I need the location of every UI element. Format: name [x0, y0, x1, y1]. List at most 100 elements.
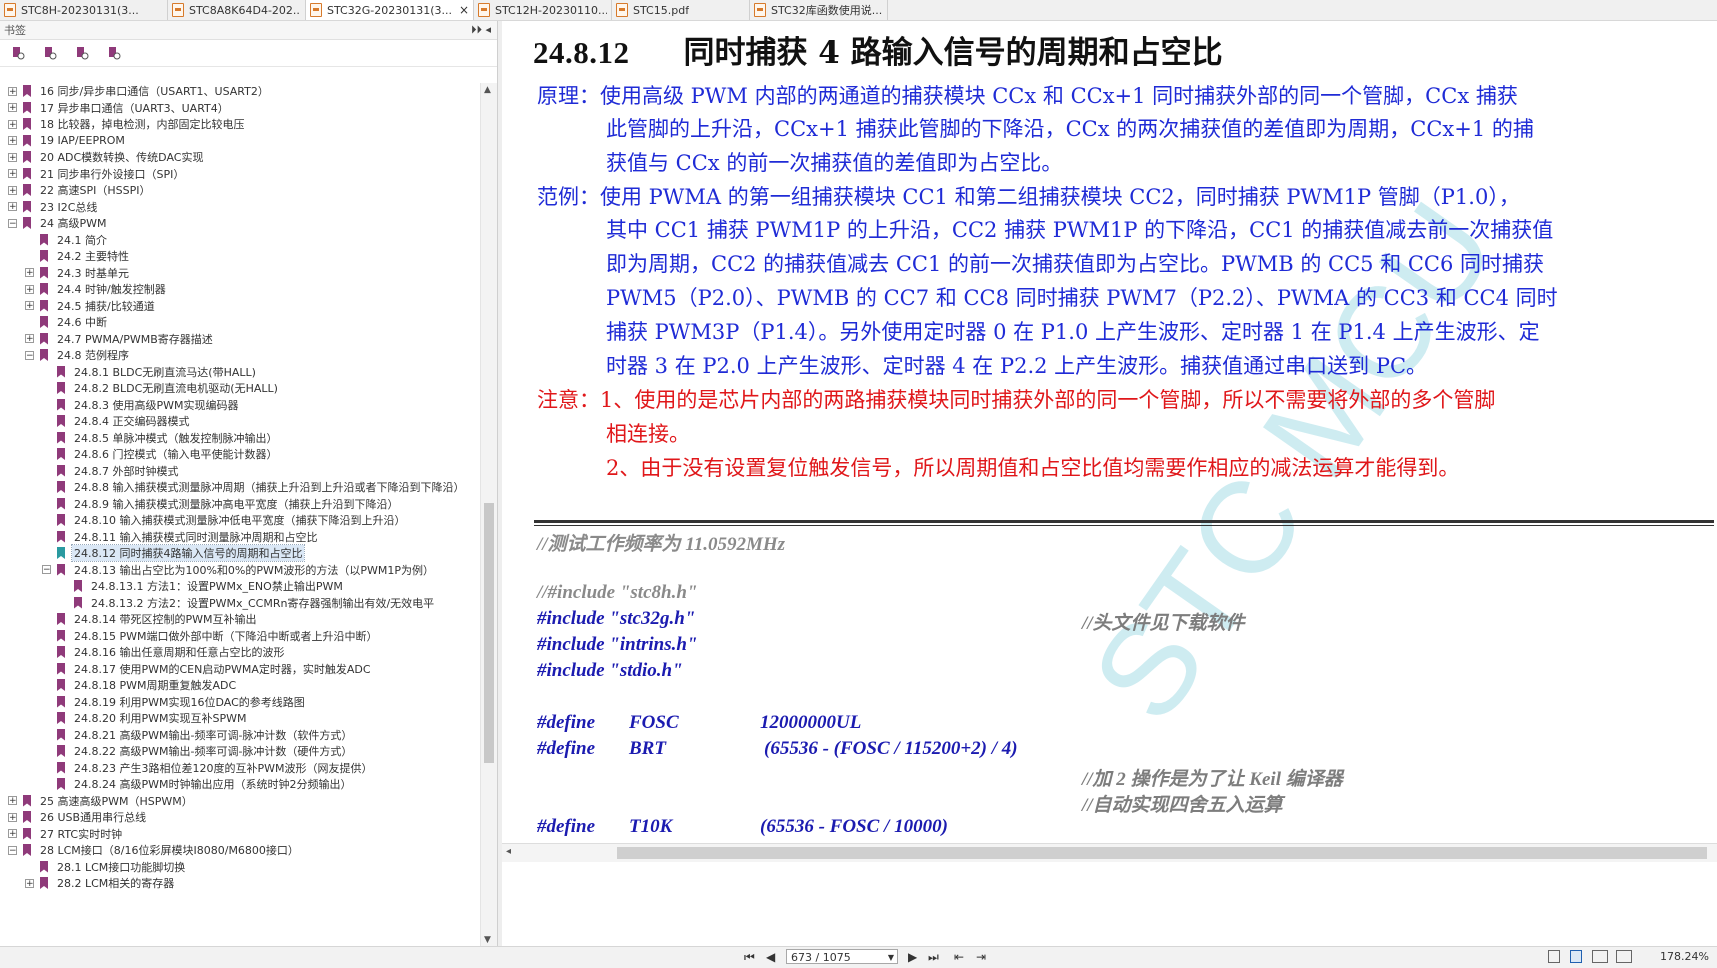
bookmark-item[interactable]: +24.7 PWMA/PWMB寄存器描述: [25, 331, 215, 347]
bookmark-item[interactable]: 24.8.23 产生3路相位差120度的互补PWM波形（网友提供）: [42, 760, 374, 776]
panel-controls[interactable]: ⏵⏵ ◂: [471, 23, 491, 37]
last-page-button[interactable]: ⏭: [928, 950, 939, 965]
bookmark-item[interactable]: 24.8.4 正交编码器模式: [42, 413, 191, 429]
bookmark-item[interactable]: +24.4 时钟/触发控制器: [25, 281, 168, 297]
bookmark-item[interactable]: 28.1 LCM接口功能脚切换: [25, 859, 187, 875]
expand-icon[interactable]: +: [8, 169, 17, 179]
bookmark-item[interactable]: 24.8.24 高级PWM时钟输出应用（系统时钟2分频输出）: [42, 776, 353, 792]
expand-icon[interactable]: +: [25, 284, 34, 294]
expand-icon[interactable]: +: [8, 86, 17, 96]
page-number-input[interactable]: 673 / 1075 ▼: [786, 949, 898, 964]
bookmark-item[interactable]: 24.1 简介: [25, 232, 109, 248]
bookmark-expand-icon[interactable]: [10, 45, 26, 61]
go-back-icon[interactable]: ⇤: [954, 950, 964, 964]
close-tab-icon[interactable]: ×: [453, 3, 469, 17]
bookmark-item[interactable]: 24.8.14 带死区控制的PWM互补输出: [42, 611, 258, 627]
expand-icon[interactable]: +: [25, 878, 34, 888]
bookmark-item[interactable]: +24.5 捕获/比较通道: [25, 298, 157, 314]
bookmark-item[interactable]: 24.8.21 高级PWM输出-频率可调-脉冲计数（软件方式）: [42, 727, 354, 743]
expand-icon[interactable]: +: [25, 334, 34, 344]
expand-icon[interactable]: +: [8, 829, 17, 839]
bookmark-item[interactable]: +23 I2C总线: [8, 199, 99, 215]
expand-icon[interactable]: +: [25, 301, 34, 311]
document-tab[interactable]: STC32库函数使用说...: [750, 0, 888, 20]
expand-icon[interactable]: +: [8, 185, 17, 195]
bookmark-item[interactable]: +21 同步串行外设接口（SPI）: [8, 166, 186, 182]
continuous-view-icon[interactable]: [1570, 950, 1582, 963]
bookmark-item[interactable]: +16 同步/异步串口通信（USART1、USART2）: [8, 83, 271, 99]
bookmark-expand-current-icon[interactable]: [106, 45, 122, 61]
scroll-up-icon[interactable]: ▲: [484, 85, 491, 95]
bookmark-item[interactable]: 24.8.22 高级PWM输出-频率可调-脉冲计数（硬件方式）: [42, 743, 354, 759]
bookmark-item[interactable]: 24.8.5 单脉冲模式（触发控制脉冲输出）: [42, 430, 279, 446]
bookmark-item[interactable]: 24.2 主要特性: [25, 248, 131, 264]
document-tab[interactable]: STC32G-20230131(3... ×: [306, 0, 474, 20]
collapse-icon[interactable]: −: [8, 845, 17, 855]
horizontal-scrollbar[interactable]: ◂: [502, 843, 1717, 862]
bookmark-item[interactable]: 24.8.16 输出任意周期和任意占空比的波形: [42, 644, 286, 660]
expand-icon[interactable]: +: [8, 119, 17, 129]
bookmark-item[interactable]: 24.8.13.2 方法2：设置PWMx_CCMRn寄存器强制输出有效/无效电平: [59, 595, 436, 611]
continuous-facing-view-icon[interactable]: [1616, 950, 1632, 963]
bookmark-item[interactable]: − 24.8.13 输出占空比为100%和0%的PWM波形的方法（以PWM1P为例…: [42, 562, 436, 578]
bookmark-item[interactable]: 24.8.13.1 方法1：设置PWMx_ENO禁止输出PWM: [59, 578, 345, 594]
document-tab[interactable]: STC15.pdf: [612, 0, 750, 20]
bookmark-item[interactable]: +27 RTC实时时钟: [8, 826, 124, 842]
expand-icon[interactable]: +: [8, 202, 17, 212]
bookmark-item[interactable]: 24.8.18 PWM周期重复触发ADC: [42, 677, 238, 693]
bookmark-item[interactable]: +22 高速SPI（HSSPI）: [8, 182, 152, 198]
bookmark-item[interactable]: +18 比较器，掉电检测，内部固定比较电压: [8, 116, 247, 132]
bookmark-item[interactable]: 24.8.11 输入捕获模式同时测量脉冲周期和占空比: [42, 529, 319, 545]
expand-icon[interactable]: +: [8, 136, 17, 146]
expand-icon[interactable]: +: [8, 812, 17, 822]
collapse-icon[interactable]: −: [25, 350, 34, 360]
horizontal-scroll-thumb[interactable]: [617, 847, 1707, 859]
bookmarks-scrollbar[interactable]: ▲ ▼: [480, 83, 497, 947]
bookmark-find-icon[interactable]: [74, 45, 90, 61]
bookmark-item[interactable]: − 24.8 范例程序: [25, 347, 131, 363]
bookmark-item[interactable]: 24.8.15 PWM端口做外部中断（下降沿中断或者上升沿中断）: [42, 628, 379, 644]
document-tab[interactable]: STC8H-20230131(3...: [0, 0, 168, 20]
go-forward-icon[interactable]: ⇥: [976, 950, 986, 964]
bookmark-item[interactable]: 24.8.7 外部时钟模式: [42, 463, 180, 479]
bookmark-item[interactable]: +24.3 时基单元: [25, 265, 131, 281]
document-tab[interactable]: STC12H-20230110....: [474, 0, 612, 20]
bookmark-item[interactable]: 24.8.8 输入捕获模式测量脉冲周期（捕获上升沿到上升沿或者下降沿到下降沿）: [42, 479, 466, 495]
collapse-icon[interactable]: −: [42, 565, 51, 575]
bookmark-item[interactable]: +19 IAP/EEPROM: [8, 133, 127, 149]
bookmark-item[interactable]: 24.8.6 门控模式（输入电平使能计数器）: [42, 446, 279, 462]
scroll-thumb[interactable]: [484, 503, 494, 763]
expand-icon[interactable]: +: [8, 796, 17, 806]
next-page-button[interactable]: ▶: [908, 950, 917, 964]
bookmark-item[interactable]: 24.8.20 利用PWM实现互补SPWM: [42, 710, 248, 726]
single-page-view-icon[interactable]: [1548, 950, 1560, 963]
bookmark-item[interactable]: +26 USB通用串行总线: [8, 809, 148, 825]
scroll-left-icon[interactable]: ◂: [506, 846, 511, 857]
document-tab[interactable]: STC8A8K64D4-202...: [168, 0, 306, 20]
prev-page-button[interactable]: ◀: [766, 950, 775, 964]
expand-icon[interactable]: +: [25, 268, 34, 278]
bookmark-item[interactable]: 24.8.2 BLDC无刷直流电机驱动(无HALL): [42, 380, 280, 396]
bookmark-item[interactable]: +28.2 LCM相关的寄存器: [25, 875, 176, 891]
bookmark-item[interactable]: +25 高速高级PWM（HSPWM）: [8, 793, 195, 809]
pdf-page-view[interactable]: STC MCU 24.8.12 同时捕获 4 路输入信号的周期和占空比 原理：使…: [502, 21, 1717, 946]
bookmark-item[interactable]: 24.8.12 同时捕获4路输入信号的周期和占空比: [42, 544, 306, 562]
bookmark-item[interactable]: 24.8.10 输入捕获模式测量脉冲低电平宽度（捕获下降沿到上升沿）: [42, 512, 407, 528]
scroll-down-icon[interactable]: ▼: [484, 935, 491, 945]
bookmark-item[interactable]: 24.8.17 使用PWM的CEN启动PWMA定时器，实时触发ADC: [42, 661, 373, 677]
expand-icon[interactable]: +: [8, 103, 17, 113]
bookmark-item[interactable]: 24.8.1 BLDC无刷直流马达(带HALL): [42, 364, 258, 380]
first-page-button[interactable]: ⏮: [744, 950, 755, 965]
bookmark-item[interactable]: 24.8.19 利用PWM实现16位DAC的参考线路图: [42, 694, 307, 710]
bookmark-item[interactable]: 24.6 中断: [25, 314, 109, 330]
bookmark-collapse-icon[interactable]: [42, 45, 58, 61]
zoom-level[interactable]: 178.24%: [1660, 950, 1709, 963]
bookmark-item[interactable]: − 24 高级PWM: [8, 215, 109, 231]
collapse-icon[interactable]: −: [8, 218, 17, 228]
bookmark-item[interactable]: 24.8.9 输入捕获模式测量脉冲高电平宽度（捕获上升沿到下降沿）: [42, 496, 400, 512]
facing-view-icon[interactable]: [1592, 950, 1608, 963]
bookmark-item[interactable]: 24.8.3 使用高级PWM实现编码器: [42, 397, 240, 413]
bookmark-item[interactable]: +20 ADC模数转换、传统DAC实现: [8, 149, 205, 165]
bookmark-item[interactable]: − 28 LCM接口（8/16位彩屏模块I8080/M6800接口）: [8, 842, 301, 858]
expand-icon[interactable]: +: [8, 152, 17, 162]
